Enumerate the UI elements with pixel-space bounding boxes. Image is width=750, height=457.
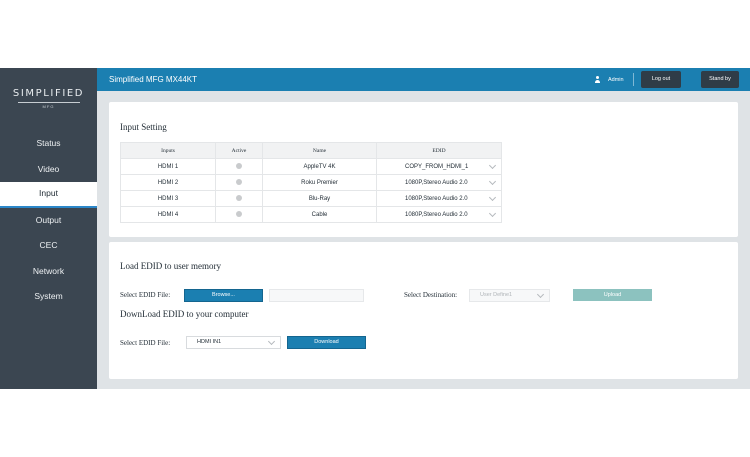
active-indicator-dot <box>236 178 242 185</box>
user-icon <box>594 76 601 83</box>
table-row: HDMI 1 AppleTV 4K COPY_FROM_HDMI_1 <box>120 158 502 175</box>
app-title: Simplified MFG MX44KT <box>109 75 198 84</box>
active-indicator-dot <box>236 162 242 169</box>
name-cell[interactable]: AppleTV 4K <box>262 158 377 175</box>
input-cell: HDMI 2 <box>120 174 216 191</box>
column-header-active: Active <box>215 142 263 159</box>
chevron-down-icon <box>488 161 497 170</box>
active-indicator-dot <box>236 194 242 201</box>
main-content: Input Setting Inputs Active Name EDID HD… <box>97 91 750 389</box>
edid-select[interactable]: 1080P,Stereo Audio 2.0 <box>376 206 502 223</box>
standby-button[interactable]: Stand by <box>701 71 739 88</box>
edid-select[interactable]: 1080P,Stereo Audio 2.0 <box>376 174 502 191</box>
chevron-down-icon <box>536 290 545 299</box>
edid-file-path-field[interactable] <box>269 289 364 302</box>
active-indicator-dot <box>236 210 242 217</box>
chevron-down-icon <box>488 177 497 186</box>
destination-select[interactable]: User Define1 <box>469 289 550 302</box>
logo-divider <box>17 102 80 103</box>
user-info: Admin <box>594 68 624 91</box>
name-cell[interactable]: Blu-Ray <box>262 190 377 207</box>
input-cell: HDMI 4 <box>120 206 216 223</box>
chevron-down-icon <box>267 337 276 346</box>
sidebar-item-network[interactable]: Network <box>0 259 97 285</box>
table-row: HDMI 3 Blu-Ray 1080P,Stereo Audio 2.0 <box>120 190 502 207</box>
input-setting-panel: Input Setting Inputs Active Name EDID HD… <box>109 102 738 237</box>
active-cell <box>215 158 263 175</box>
logout-button[interactable]: Log out <box>641 71 681 88</box>
select-destination-label: Select Destination: <box>404 291 458 299</box>
name-cell[interactable]: Cable <box>262 206 377 223</box>
name-cell[interactable]: Roku Premier <box>262 174 377 191</box>
edid-value: 1080P,Stereo Audio 2.0 <box>405 211 468 218</box>
app-window: SIMPLIFIED MFG Status Video Input Output… <box>0 68 750 389</box>
sidebar-item-cec[interactable]: CEC <box>0 233 97 259</box>
load-edid-title: Load EDID to user memory <box>120 261 221 271</box>
table-row: HDMI 4 Cable 1080P,Stereo Audio 2.0 <box>120 206 502 223</box>
download-edid-title: DownLoad EDID to your computer <box>120 309 249 319</box>
input-cell: HDMI 1 <box>120 158 216 175</box>
edid-select[interactable]: COPY_FROM_HDMI_1 <box>376 158 502 175</box>
input-setting-title: Input Setting <box>120 122 167 132</box>
logo-sub-text: MFG <box>42 104 55 109</box>
download-edid-value: HDMI IN1 <box>197 339 222 345</box>
chevron-down-icon <box>488 193 497 202</box>
active-cell <box>215 174 263 191</box>
header-divider <box>633 73 634 86</box>
edid-value: 1080P,Stereo Audio 2.0 <box>405 195 468 202</box>
top-bar: Simplified MFG MX44KT Admin Log out Stan… <box>97 68 750 91</box>
column-header-edid: EDID <box>376 142 502 159</box>
column-header-name: Name <box>262 142 377 159</box>
active-cell <box>215 206 263 223</box>
active-cell <box>215 190 263 207</box>
load-edid-file-label: Select EDID File: <box>120 291 171 299</box>
sidebar-item-system[interactable]: System <box>0 284 97 310</box>
chevron-down-icon <box>488 209 497 218</box>
download-edid-select[interactable]: HDMI IN1 <box>186 336 281 349</box>
sidebar: SIMPLIFIED MFG Status Video Input Output… <box>0 68 97 389</box>
sidebar-item-status[interactable]: Status <box>0 131 97 157</box>
sidebar-item-output[interactable]: Output <box>0 208 97 234</box>
edid-value: 1080P,Stereo Audio 2.0 <box>405 179 468 186</box>
brand-logo: SIMPLIFIED MFG <box>0 88 97 109</box>
edid-value: COPY_FROM_HDMI_1 <box>405 163 469 170</box>
sidebar-item-video[interactable]: Video <box>0 157 97 183</box>
sidebar-item-input[interactable]: Input <box>0 182 97 208</box>
table-row: HDMI 2 Roku Premier 1080P,Stereo Audio 2… <box>120 174 502 191</box>
sidebar-nav: Status Video Input Output CEC Network Sy… <box>0 131 97 310</box>
download-button[interactable]: Download <box>287 336 366 349</box>
table-header-row: Inputs Active Name EDID <box>120 142 502 159</box>
upload-button[interactable]: Upload <box>573 289 652 301</box>
browse-button[interactable]: Browse... <box>184 289 263 302</box>
logo-main-text: SIMPLIFIED <box>12 88 85 99</box>
edid-select[interactable]: 1080P,Stereo Audio 2.0 <box>376 190 502 207</box>
destination-placeholder: User Define1 <box>480 292 513 298</box>
column-header-inputs: Inputs <box>120 142 216 159</box>
edid-panel: Load EDID to user memory Select EDID Fil… <box>109 242 738 379</box>
input-cell: HDMI 3 <box>120 190 216 207</box>
input-table: Inputs Active Name EDID HDMI 1 AppleTV 4… <box>120 142 502 223</box>
download-edid-file-label: Select EDID File: <box>120 339 171 347</box>
user-name: Admin <box>608 76 624 83</box>
